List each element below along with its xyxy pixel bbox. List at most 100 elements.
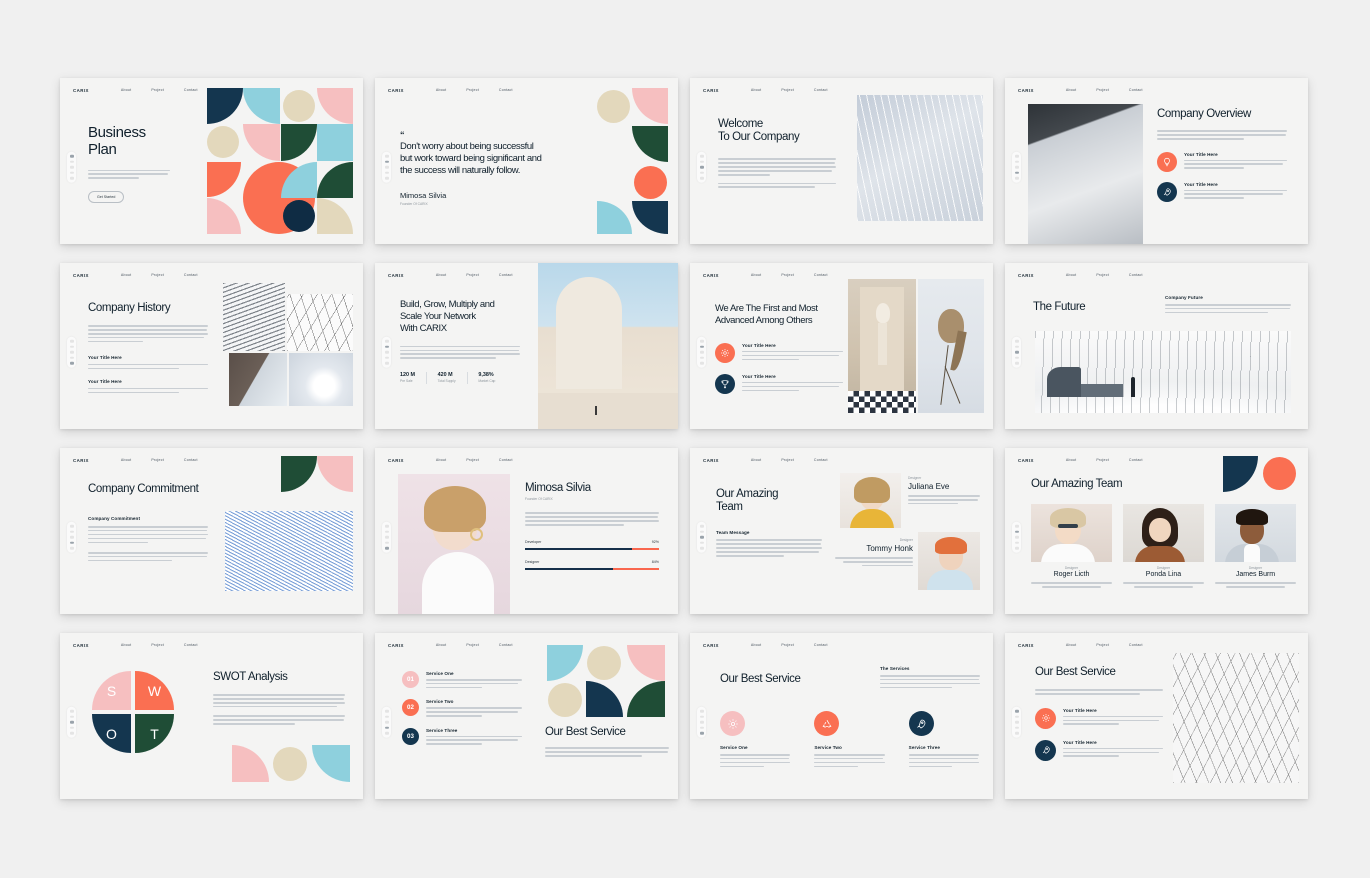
nav-link-about[interactable]: About [1066, 88, 1076, 92]
service-column-3[interactable]: Service Three [908, 711, 979, 768]
nav-link-project[interactable]: Project [1096, 88, 1109, 92]
nav-link-about[interactable]: About [751, 458, 761, 462]
service-item-1[interactable]: 01 Service One [402, 671, 522, 689]
slide-welcome[interactable]: CARIX About Project Contact Welcome To O… [690, 78, 993, 244]
slide-first-advanced[interactable]: CARIX About Project Contact We Are The F… [690, 263, 993, 429]
nav-link-about[interactable]: About [436, 273, 446, 277]
slide-title: Our Best Service [1035, 666, 1116, 678]
nav-link-about[interactable]: About [121, 273, 131, 277]
nav-link-contact[interactable]: Contact [1129, 88, 1143, 92]
feature-row-1: Your Title Here [1157, 151, 1287, 172]
slide-pagination[interactable] [697, 151, 706, 183]
slide-quote[interactable]: CARIX About Project Contact “ Don't worr… [375, 78, 678, 244]
member-name: Roger Licth [1053, 571, 1090, 579]
slide-pagination[interactable] [382, 336, 391, 368]
slide-pagination[interactable] [382, 151, 391, 183]
team-member-card[interactable]: Designer James Burm [1215, 504, 1296, 588]
slide-team-grid[interactable]: CARIX About Project Contact Our Amazing … [1005, 448, 1308, 614]
nav-link-about[interactable]: About [751, 643, 761, 647]
nav-link-project[interactable]: Project [151, 458, 164, 462]
nav-link-contact[interactable]: Contact [184, 458, 198, 462]
body-copy [88, 325, 208, 343]
slide-pagination[interactable] [67, 521, 76, 553]
slide-company-commitment[interactable]: CARIX About Project Contact Company Comm… [60, 448, 363, 614]
nav-link-about[interactable]: About [121, 458, 131, 462]
slide-pagination[interactable] [697, 521, 706, 553]
nav-link-contact[interactable]: Contact [814, 273, 828, 277]
service-column-1[interactable]: Service One [720, 711, 791, 768]
nav-link-about[interactable]: About [1066, 458, 1076, 462]
nav-link-contact[interactable]: Contact [814, 458, 828, 462]
service-column-2[interactable]: Service Two [814, 711, 885, 768]
slide-pagination[interactable] [1012, 336, 1021, 368]
get-started-button[interactable]: Get Started [88, 190, 125, 203]
nav-link-contact[interactable]: Contact [184, 88, 198, 92]
nav-link-about[interactable]: About [751, 88, 761, 92]
nav-link-project[interactable]: Project [1096, 643, 1109, 647]
slide-pagination[interactable] [382, 706, 391, 738]
nav-link-contact[interactable]: Contact [499, 458, 513, 462]
slide-company-history[interactable]: CARIX About Project Contact Company Hist… [60, 263, 363, 429]
nav-link-contact[interactable]: Contact [499, 273, 513, 277]
nav-link-about[interactable]: About [751, 273, 761, 277]
slide-build-grow[interactable]: CARIX About Project Contact Build, Grow,… [375, 263, 678, 429]
team-member-card[interactable]: Designer Roger Licth [1031, 504, 1112, 588]
nav-link-project[interactable]: Project [466, 643, 479, 647]
slide-pagination[interactable] [67, 151, 76, 183]
slide-pagination[interactable] [67, 706, 76, 738]
nav-link-contact[interactable]: Contact [1129, 643, 1143, 647]
nav-link-about[interactable]: About [121, 643, 131, 647]
slide-pagination[interactable] [1012, 151, 1021, 183]
nav-link-about[interactable]: About [436, 458, 446, 462]
slide-pagination[interactable] [382, 521, 391, 553]
slide-profile[interactable]: CARIX About Project Contact Mimosa Silvi… [375, 448, 678, 614]
slide-amazing-team[interactable]: CARIX About Project Contact Our Amazing … [690, 448, 993, 614]
nav-link-project[interactable]: Project [781, 643, 794, 647]
nav-link-project[interactable]: Project [781, 88, 794, 92]
slide-services-columns[interactable]: CARIX About Project Contact Our Best Ser… [690, 633, 993, 799]
nav-link-project[interactable]: Project [1096, 458, 1109, 462]
nav-link-contact[interactable]: Contact [184, 273, 198, 277]
slide-the-future[interactable]: CARIX About Project Contact The Future C… [1005, 263, 1308, 429]
nav-link-contact[interactable]: Contact [814, 88, 828, 92]
nav-link-about[interactable]: About [1066, 643, 1076, 647]
team-member-card[interactable]: Designer Ponda Lina [1123, 504, 1204, 588]
slide-title: Our Best Service [545, 726, 626, 738]
slide-pagination[interactable] [697, 336, 706, 368]
slide-pagination[interactable] [1012, 706, 1021, 738]
nav-link-contact[interactable]: Contact [499, 88, 513, 92]
nav-link-project[interactable]: Project [781, 458, 794, 462]
nav-link-contact[interactable]: Contact [814, 643, 828, 647]
slide-company-overview[interactable]: CARIX About Project Contact Company Over… [1005, 78, 1308, 244]
service-item-3[interactable]: 03 Service Three [402, 727, 522, 745]
slide-swot[interactable]: CARIX About Project Contact S W O T SWOT… [60, 633, 363, 799]
nav-link-about[interactable]: About [436, 88, 446, 92]
nav-link-project[interactable]: Project [781, 273, 794, 277]
nav-link-contact[interactable]: Contact [1129, 273, 1143, 277]
nav-link-about[interactable]: About [1066, 273, 1076, 277]
slide-title: Company Overview [1157, 108, 1251, 120]
skill-progress-bar [525, 567, 659, 570]
nav-link-project[interactable]: Project [151, 643, 164, 647]
nav-link-contact[interactable]: Contact [184, 643, 198, 647]
service-item-2[interactable]: 02 Service Two [402, 699, 522, 717]
body-copy-2 [88, 552, 208, 562]
slide-services-numbered[interactable]: CARIX About Project Contact 01 Service O… [375, 633, 678, 799]
nav-link-project[interactable]: Project [1096, 273, 1109, 277]
nav-link-about[interactable]: About [436, 643, 446, 647]
nav-link-contact[interactable]: Contact [1129, 458, 1143, 462]
slide-business-plan[interactable]: CARIX About Project Contact Business Pla… [60, 78, 363, 244]
nav-link-project[interactable]: Project [151, 273, 164, 277]
nav-link-contact[interactable]: Contact [499, 643, 513, 647]
nav-link-project[interactable]: Project [151, 88, 164, 92]
nav-link-project[interactable]: Project [466, 88, 479, 92]
nav-link-project[interactable]: Project [466, 273, 479, 277]
slide-pagination[interactable] [67, 336, 76, 368]
slide-pagination[interactable] [1012, 521, 1021, 553]
nav-link-about[interactable]: About [121, 88, 131, 92]
nav-link-project[interactable]: Project [466, 458, 479, 462]
slide-pagination[interactable] [697, 706, 706, 738]
profile-role: Founder Of CARIX [525, 497, 553, 502]
slide-best-service-mesh[interactable]: CARIX About Project Contact Our Best Ser… [1005, 633, 1308, 799]
body-copy-1 [213, 694, 345, 708]
